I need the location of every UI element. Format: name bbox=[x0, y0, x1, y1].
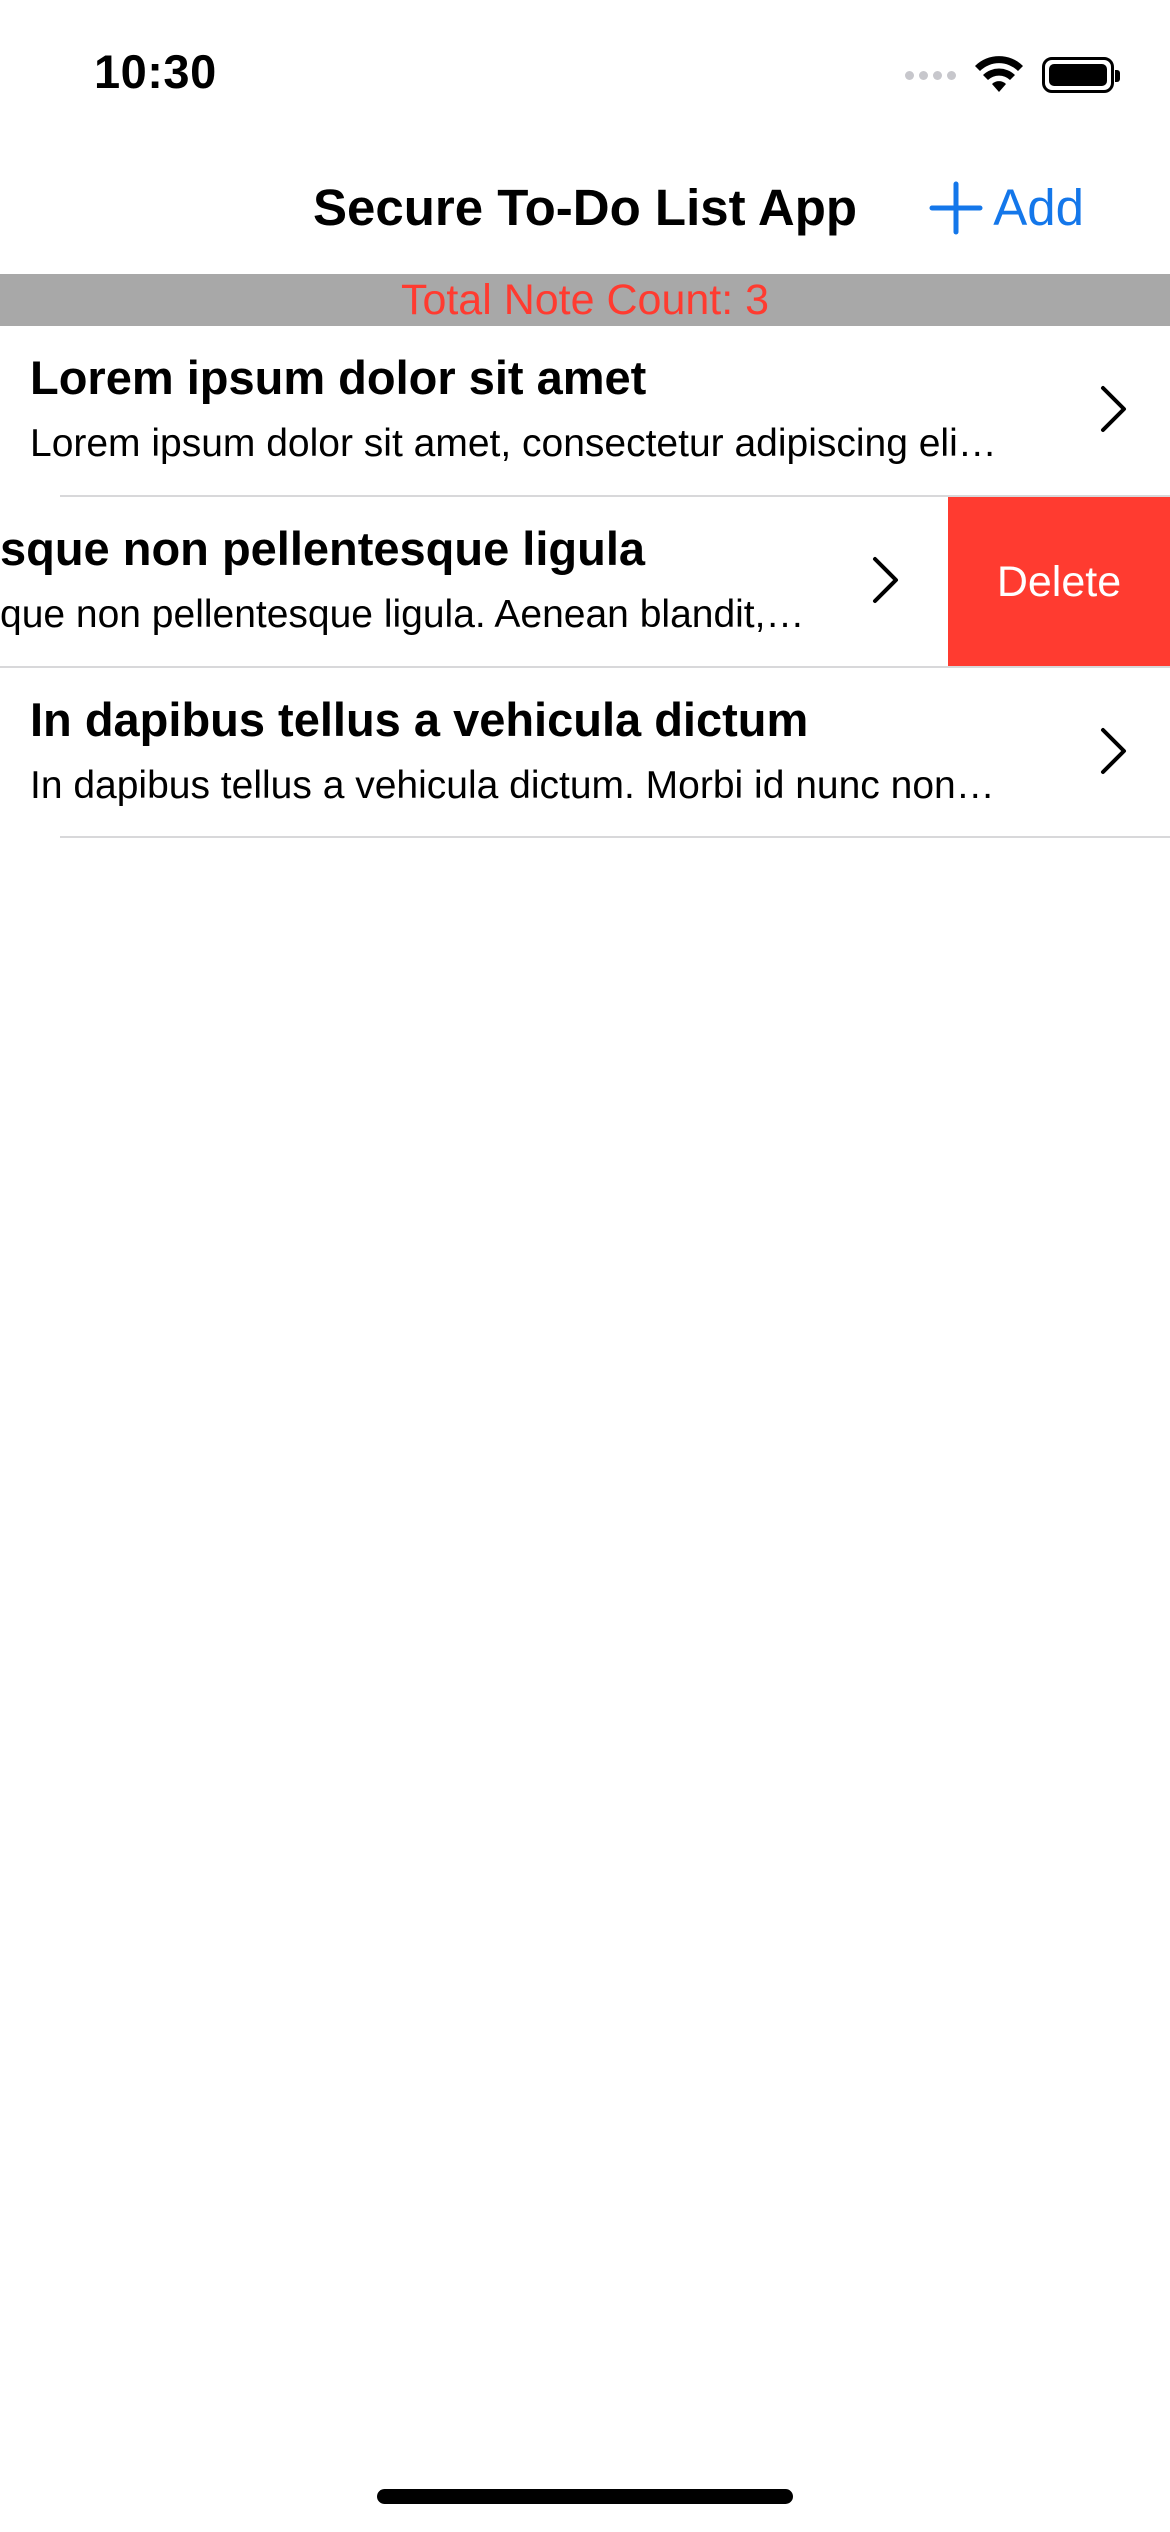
note-subtitle: In dapibus tellus a vehicula dictum. Mor… bbox=[30, 764, 995, 807]
plus-icon bbox=[929, 181, 983, 234]
chevron-right-icon bbox=[1101, 386, 1126, 432]
wifi-icon bbox=[975, 56, 1023, 92]
note-title: In dapibus tellus a vehicula dictum bbox=[30, 693, 809, 746]
status-icons bbox=[905, 52, 1120, 98]
list-item[interactable]: In dapibus tellus a vehicula dictum In d… bbox=[0, 668, 1170, 838]
navigation-bar: Secure To-Do List App Add bbox=[0, 150, 1170, 274]
note-count-text: Total Note Count: 3 bbox=[400, 276, 770, 324]
list-item-content: Lorem ipsum dolor sit amet Lorem ipsum d… bbox=[0, 326, 1170, 496]
battery-icon bbox=[1042, 57, 1120, 93]
note-subtitle: que non pellentesque ligula. Aenean blan… bbox=[0, 593, 805, 636]
home-indicator[interactable] bbox=[377, 2489, 793, 2504]
add-button[interactable]: Add bbox=[929, 178, 1084, 237]
status-time: 10:30 bbox=[94, 45, 217, 98]
cellular-dots-icon bbox=[905, 70, 956, 80]
delete-button[interactable]: Delete bbox=[948, 497, 1170, 667]
add-button-label: Add bbox=[993, 179, 1084, 236]
list-item[interactable]: sque non pellentesque ligula que non pel… bbox=[0, 497, 1170, 667]
list-item-content: sque non pellentesque ligula que non pel… bbox=[0, 497, 970, 667]
note-title: sque non pellentesque ligula bbox=[0, 522, 646, 575]
note-title: Lorem ipsum dolor sit amet bbox=[30, 351, 647, 404]
note-count-header: Total Note Count: 3 bbox=[0, 274, 1170, 326]
row-separator bbox=[60, 836, 1170, 838]
chevron-right-icon bbox=[873, 557, 898, 603]
chevron-right-icon bbox=[1101, 728, 1126, 774]
list-item[interactable]: Lorem ipsum dolor sit amet Lorem ipsum d… bbox=[0, 326, 1170, 496]
note-subtitle: Lorem ipsum dolor sit amet, consectetur … bbox=[30, 422, 997, 465]
list-item-content: In dapibus tellus a vehicula dictum In d… bbox=[0, 668, 1170, 838]
status-bar: 10:30 bbox=[0, 0, 1170, 150]
